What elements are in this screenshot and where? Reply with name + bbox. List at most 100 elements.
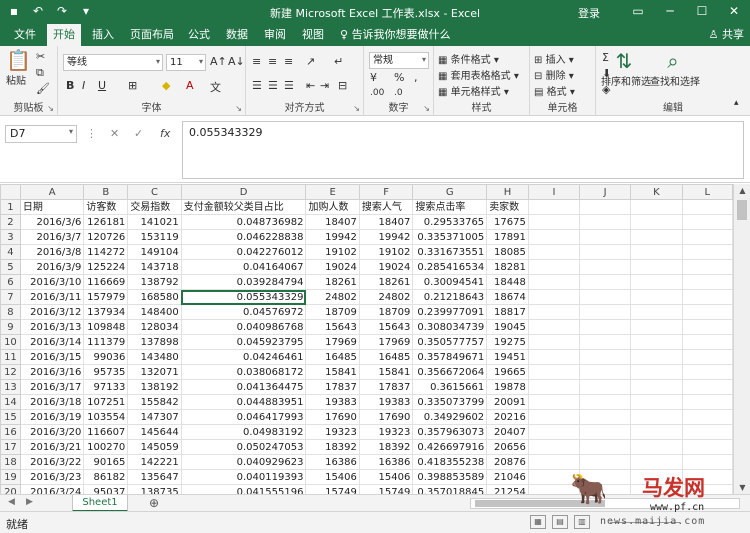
grid-cell[interactable]: [630, 214, 683, 230]
grid-cell[interactable]: 114272: [83, 244, 129, 260]
grid-cell[interactable]: 141021: [127, 214, 182, 230]
grid-cell[interactable]: [681, 199, 733, 215]
grid-cell[interactable]: 18281: [486, 259, 529, 275]
grid-cell[interactable]: [527, 229, 581, 245]
grid-cell[interactable]: 137934: [83, 304, 129, 320]
grid-cell[interactable]: 145059: [127, 439, 182, 455]
insert-function-icon[interactable]: fx: [160, 127, 170, 140]
grid-cell[interactable]: 16386: [305, 454, 360, 470]
grid-cell[interactable]: [579, 274, 632, 290]
grid-cell[interactable]: 17690: [358, 409, 414, 425]
row-header[interactable]: 4: [0, 244, 21, 260]
sheet-tab-sheet1[interactable]: Sheet1: [72, 495, 128, 512]
grid-cell[interactable]: [681, 379, 733, 395]
formula-options-icon[interactable]: ⋮: [86, 127, 97, 140]
grid-cell[interactable]: 0.045923795: [180, 334, 307, 350]
grid-cell[interactable]: 0.30094541: [412, 274, 488, 290]
tab-data[interactable]: 数据: [220, 24, 254, 46]
grid-cell[interactable]: 15749: [305, 484, 360, 494]
row-header[interactable]: 6: [0, 274, 21, 290]
grid-cell[interactable]: [579, 424, 632, 440]
grid-cell[interactable]: [630, 334, 683, 350]
row-header[interactable]: 10: [0, 334, 21, 350]
cut-icon[interactable]: ✂: [36, 50, 45, 63]
copy-icon[interactable]: ⧉: [36, 66, 44, 80]
row-header[interactable]: 2: [0, 214, 21, 230]
grid-cell[interactable]: 0.040119393: [180, 469, 307, 485]
grid-cell[interactable]: 138792: [127, 274, 182, 290]
tab-page-layout[interactable]: 页面布局: [124, 24, 180, 46]
align-bottom-icon[interactable]: ≡: [284, 55, 293, 68]
grid-cell[interactable]: 0.335371005: [412, 229, 488, 245]
grid-cell[interactable]: 20216: [486, 409, 529, 425]
grid-cell[interactable]: [579, 334, 632, 350]
row-header[interactable]: 20: [0, 484, 21, 494]
grid-cell[interactable]: 15841: [358, 364, 414, 380]
grid-cell[interactable]: [681, 349, 733, 365]
grid-cell[interactable]: 132071: [127, 364, 182, 380]
merge-center-icon[interactable]: ⊟: [338, 79, 347, 92]
grid-cell[interactable]: 90165: [83, 454, 129, 470]
grid-cell[interactable]: 0.04576972: [180, 304, 307, 320]
grid-cell[interactable]: 2016/3/16: [19, 364, 85, 380]
grid-cell[interactable]: 17969: [358, 334, 414, 350]
grid-cell[interactable]: 2016/3/22: [19, 454, 85, 470]
grid-cell[interactable]: [630, 349, 683, 365]
grid-cell[interactable]: 153119: [127, 229, 182, 245]
grid-cell[interactable]: [579, 439, 632, 455]
grid-cell[interactable]: 18392: [305, 439, 360, 455]
font-dialog-launcher[interactable]: ↘: [235, 104, 242, 113]
grid-cell[interactable]: 19323: [305, 424, 360, 440]
grid-cell[interactable]: 19942: [305, 229, 360, 245]
increase-indent-icon[interactable]: ⇥: [320, 79, 329, 92]
grid-cell[interactable]: 19878: [486, 379, 529, 395]
grid-cell[interactable]: 15841: [305, 364, 360, 380]
grid-cell[interactable]: 18261: [305, 274, 360, 290]
phonetic-icon[interactable]: 文: [210, 79, 221, 95]
align-middle-icon[interactable]: ≡: [268, 55, 277, 68]
enter-icon[interactable]: ✓: [134, 127, 143, 140]
grid-cell[interactable]: 149104: [127, 244, 182, 260]
grid-cell[interactable]: 0.050247053: [180, 439, 307, 455]
bold-icon[interactable]: B: [66, 79, 74, 92]
share-button[interactable]: ♙ 共享: [709, 24, 744, 46]
grid-cell[interactable]: 168580: [127, 289, 182, 305]
grid-cell[interactable]: 15643: [305, 319, 360, 335]
row-header[interactable]: 11: [0, 349, 21, 365]
row-header[interactable]: 15: [0, 409, 21, 425]
grid-cell[interactable]: 0.041555196: [180, 484, 307, 494]
grid-cell[interactable]: 2016/3/13: [19, 319, 85, 335]
next-sheet-icon[interactable]: ▶: [26, 497, 33, 507]
font-size-select[interactable]: 11 ▾: [166, 54, 206, 71]
tab-file[interactable]: 文件: [8, 24, 42, 46]
decrease-indent-icon[interactable]: ⇤: [306, 79, 315, 92]
delete-cells-button[interactable]: ⊟ 删除 ▾: [534, 67, 574, 82]
grid-cell[interactable]: [579, 364, 632, 380]
grid-cell[interactable]: [527, 349, 581, 365]
grid-cell[interactable]: [630, 259, 683, 275]
grid-cell[interactable]: 访客数: [83, 199, 129, 215]
grid-cell[interactable]: [579, 394, 632, 410]
currency-icon[interactable]: ¥: [370, 71, 377, 84]
grid-cell[interactable]: 2016/3/17: [19, 379, 85, 395]
insert-cells-button[interactable]: ⊞ 插入 ▾: [534, 51, 574, 66]
orientation-icon[interactable]: ↗: [306, 55, 315, 68]
grid-cell[interactable]: 交易指数: [127, 199, 182, 215]
grid-cell[interactable]: 2016/3/10: [19, 274, 85, 290]
grid-cell[interactable]: [527, 259, 581, 275]
grid-cell[interactable]: [681, 334, 733, 350]
grid-cell[interactable]: 142221: [127, 454, 182, 470]
grid-cell[interactable]: 157979: [83, 289, 129, 305]
decrease-decimal-icon[interactable]: .0: [394, 88, 403, 98]
grid-cell[interactable]: [579, 214, 632, 230]
grid-cell[interactable]: 17837: [358, 379, 414, 395]
align-right-icon[interactable]: ☰: [284, 79, 294, 92]
grid-cell[interactable]: 20656: [486, 439, 529, 455]
grid-cell[interactable]: [630, 379, 683, 395]
ribbon-display-icon[interactable]: ▭: [622, 0, 654, 24]
grid-cell[interactable]: [527, 409, 581, 425]
grid-cell[interactable]: 2016/3/24: [19, 484, 85, 494]
grid-cell[interactable]: 155842: [127, 394, 182, 410]
grid-cell[interactable]: [681, 289, 733, 305]
grid-cell[interactable]: [579, 199, 632, 215]
